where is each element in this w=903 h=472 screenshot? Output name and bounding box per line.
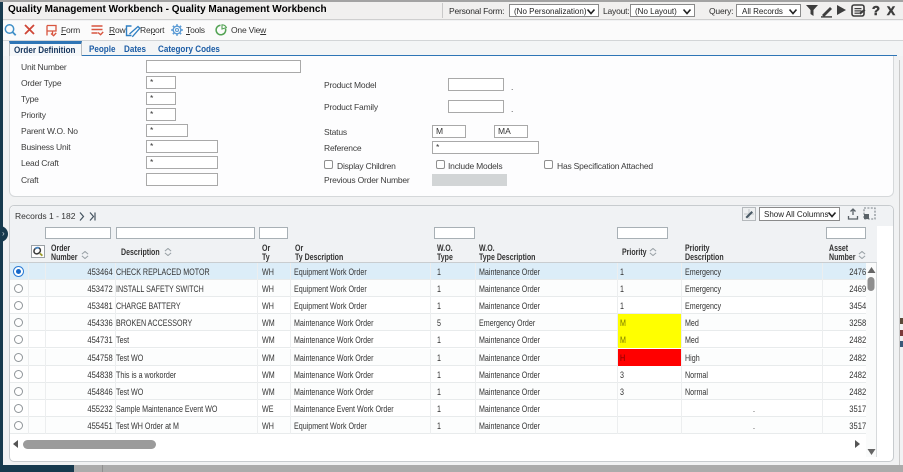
svg-text:X: X	[887, 4, 895, 18]
svg-text:?: ?	[872, 4, 880, 18]
